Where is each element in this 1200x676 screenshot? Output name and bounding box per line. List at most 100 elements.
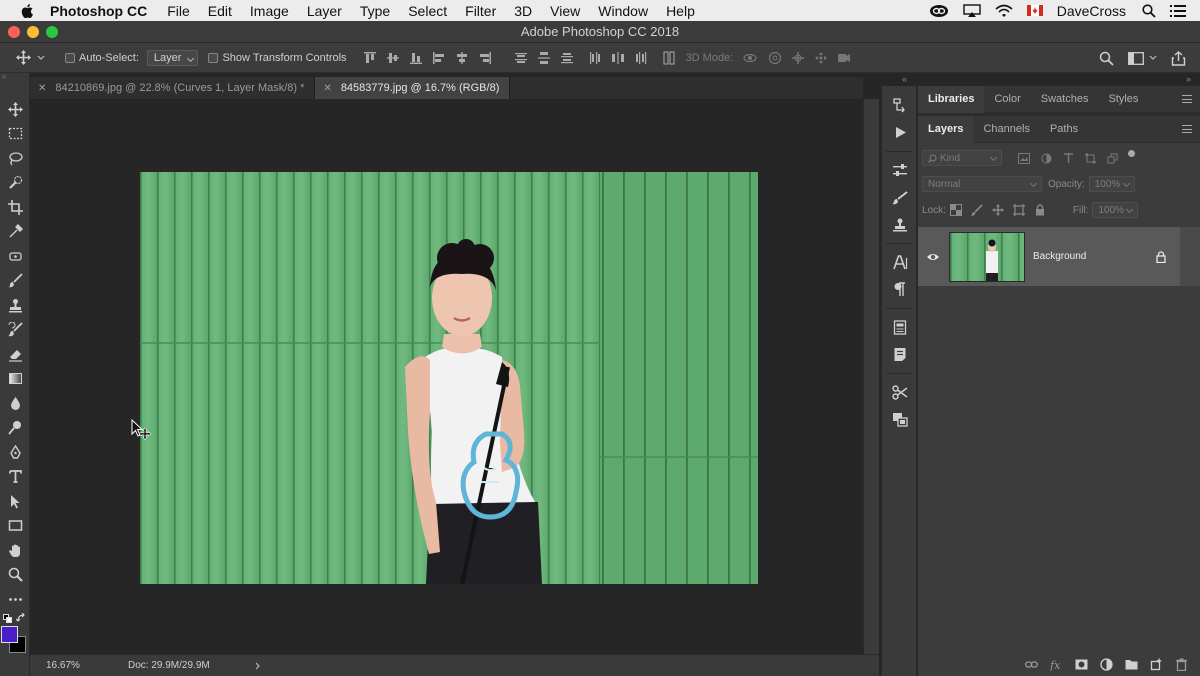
link-layers-icon[interactable] <box>1025 658 1038 671</box>
menu-type[interactable]: Type <box>360 3 390 19</box>
spotlight-search-icon[interactable] <box>1142 3 1156 18</box>
move-tool[interactable] <box>0 97 30 122</box>
path-selection-tool[interactable] <box>0 489 30 514</box>
tab-swatches[interactable]: Swatches <box>1031 86 1099 113</box>
tool-presets-panel-button[interactable] <box>882 379 918 406</box>
menu-3d[interactable]: 3D <box>514 3 532 19</box>
zoom-tool[interactable] <box>0 563 30 588</box>
align-vertical-center-icon[interactable] <box>386 51 400 65</box>
menu-help[interactable]: Help <box>666 3 695 19</box>
show-transform-checkbox[interactable] <box>208 52 219 63</box>
menu-image[interactable]: Image <box>250 3 289 19</box>
device-preview-panel-button[interactable] <box>882 406 918 433</box>
minimize-window-button[interactable] <box>27 26 39 38</box>
blur-tool[interactable] <box>0 391 30 416</box>
clone-stamp-tool[interactable] <box>0 293 30 318</box>
blend-mode-dropdown[interactable]: Normal <box>922 176 1042 192</box>
healing-brush-tool[interactable] <box>0 244 30 269</box>
type-tool[interactable] <box>0 465 30 490</box>
workspace-chevron-icon[interactable] <box>1149 54 1157 62</box>
rectangle-tool[interactable] <box>0 514 30 539</box>
lock-position-icon[interactable] <box>991 204 1004 216</box>
filter-toggle-icon[interactable] <box>1128 149 1135 157</box>
gradient-tool[interactable] <box>0 367 30 392</box>
menu-select[interactable]: Select <box>408 3 447 19</box>
creative-cloud-icon[interactable] <box>929 4 949 18</box>
tab-channels[interactable]: Channels <box>973 116 1039 143</box>
notification-center-icon[interactable] <box>1170 4 1186 17</box>
distribute-bottom-icon[interactable] <box>560 51 574 65</box>
menu-view[interactable]: View <box>550 3 580 19</box>
visibility-eye-icon[interactable] <box>926 252 940 262</box>
layers-scrollbar[interactable] <box>1180 227 1200 286</box>
tab-paths[interactable]: Paths <box>1040 116 1088 143</box>
lock-image-pixels-icon[interactable] <box>970 204 983 216</box>
panel-menu-icon[interactable] <box>1182 95 1192 103</box>
character-panel-button[interactable] <box>882 249 918 276</box>
menubar-user-name[interactable]: DaveCross <box>1057 3 1126 19</box>
close-window-button[interactable] <box>8 26 20 38</box>
auto-align-layers-icon[interactable] <box>662 51 676 65</box>
lasso-tool[interactable] <box>0 146 30 171</box>
panel-collapse-right-icon[interactable]: » <box>1186 74 1191 84</box>
info-panel-button[interactable] <box>882 314 918 341</box>
marquee-tool[interactable] <box>0 122 30 147</box>
notes-panel-button[interactable] <box>882 341 918 368</box>
menu-layer[interactable]: Layer <box>307 3 342 19</box>
doc-tab-2[interactable]: ✕ 84583779.jpg @ 16.7% (RGB/8) <box>315 77 511 99</box>
align-left-icon[interactable] <box>432 51 446 65</box>
canvas-area[interactable] <box>30 99 863 654</box>
distribute-top-icon[interactable] <box>514 51 528 65</box>
zoom-window-button[interactable] <box>46 26 58 38</box>
pen-tool[interactable] <box>0 440 30 465</box>
dodge-tool[interactable] <box>0 416 30 441</box>
quick-selection-tool[interactable] <box>0 171 30 196</box>
canada-flag-icon[interactable] <box>1026 5 1043 16</box>
auto-select-checkbox[interactable] <box>65 52 75 63</box>
layers-panel-menu-icon[interactable] <box>1182 125 1192 133</box>
layer-style-fx-icon[interactable]: fx <box>1050 658 1063 671</box>
auto-select-target-dropdown[interactable]: Layer <box>146 49 199 66</box>
airplay-icon[interactable] <box>963 3 981 18</box>
swap-colors-icon[interactable] <box>16 612 26 623</box>
menu-file[interactable]: File <box>167 3 190 19</box>
foreground-color-swatch[interactable] <box>1 625 18 643</box>
wifi-icon[interactable] <box>995 4 1013 18</box>
brushes-panel-button[interactable] <box>882 184 918 211</box>
paragraph-panel-button[interactable] <box>882 276 918 303</box>
lock-all-icon[interactable] <box>1034 204 1046 216</box>
distribute-right-icon[interactable] <box>634 51 648 65</box>
lock-transparent-pixels-icon[interactable] <box>949 204 962 216</box>
move-tool-preset[interactable] <box>16 50 45 65</box>
fill-field[interactable]: 100% <box>1092 202 1139 218</box>
delete-layer-trash-icon[interactable] <box>1175 658 1188 671</box>
history-brush-tool[interactable] <box>0 318 30 343</box>
filter-type-icon[interactable] <box>1063 152 1074 164</box>
zoom-level[interactable]: 16.67% <box>46 660 128 671</box>
align-horizontal-center-icon[interactable] <box>455 51 469 65</box>
toolbar-collapse-icon[interactable]: » <box>0 73 29 81</box>
edit-toolbar-button[interactable] <box>0 587 30 612</box>
status-menu-chevron-icon[interactable] <box>254 662 262 670</box>
actions-panel-button[interactable] <box>882 119 918 146</box>
default-colors-icon[interactable] <box>3 613 12 623</box>
filter-shape-icon[interactable] <box>1085 153 1096 164</box>
search-icon[interactable] <box>1099 51 1114 66</box>
layer-row-background[interactable]: Background <box>918 227 1180 286</box>
menu-app-name[interactable]: Photoshop CC <box>50 3 147 19</box>
tab-color[interactable]: Color <box>984 86 1030 113</box>
hand-tool[interactable] <box>0 538 30 563</box>
distribute-left-icon[interactable] <box>588 51 602 65</box>
filter-adjustment-icon[interactable] <box>1041 153 1052 164</box>
align-bottom-icon[interactable] <box>409 51 423 65</box>
apple-logo-icon[interactable] <box>18 3 36 18</box>
eraser-tool[interactable] <box>0 342 30 367</box>
filter-smart-object-icon[interactable] <box>1107 153 1118 164</box>
new-adjustment-layer-icon[interactable] <box>1100 657 1113 671</box>
layer-lock-icon[interactable] <box>1156 250 1166 263</box>
share-icon[interactable] <box>1171 50 1186 66</box>
clone-source-panel-button[interactable] <box>882 211 918 238</box>
crop-tool[interactable] <box>0 195 30 220</box>
distribute-horizontal-center-icon[interactable] <box>611 51 625 65</box>
doc-tab-1[interactable]: ✕ 84210869.jpg @ 22.8% (Curves 1, Layer … <box>30 77 316 99</box>
